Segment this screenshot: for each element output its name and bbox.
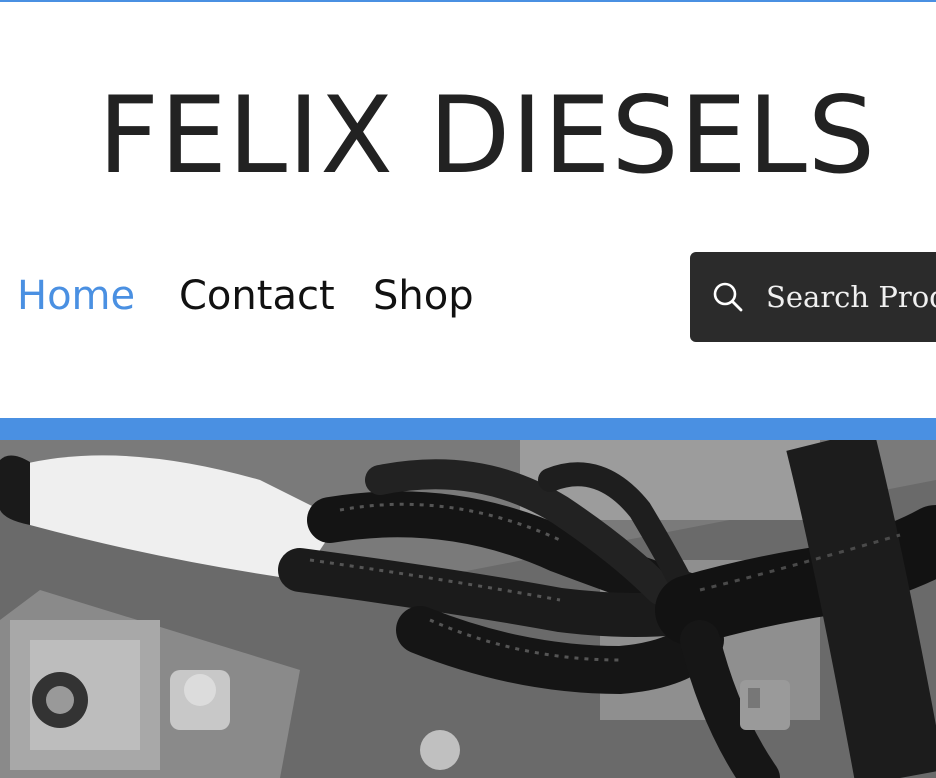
hero-image (0, 440, 936, 778)
header-divider-band (0, 418, 936, 440)
top-accent-line (0, 0, 936, 2)
nav-item-home[interactable]: Home (17, 276, 135, 316)
search-input[interactable] (766, 272, 936, 322)
nav-item-contact[interactable]: Contact (179, 276, 335, 316)
search-bar[interactable] (690, 252, 936, 342)
nav-item-shop[interactable]: Shop (373, 276, 474, 316)
page: FELIX DIESELS Home Contact Shop (0, 0, 936, 778)
hero-wiring-harness-illustration (0, 440, 936, 778)
site-title[interactable]: FELIX DIESELS (98, 72, 876, 199)
search-icon[interactable] (712, 281, 744, 313)
